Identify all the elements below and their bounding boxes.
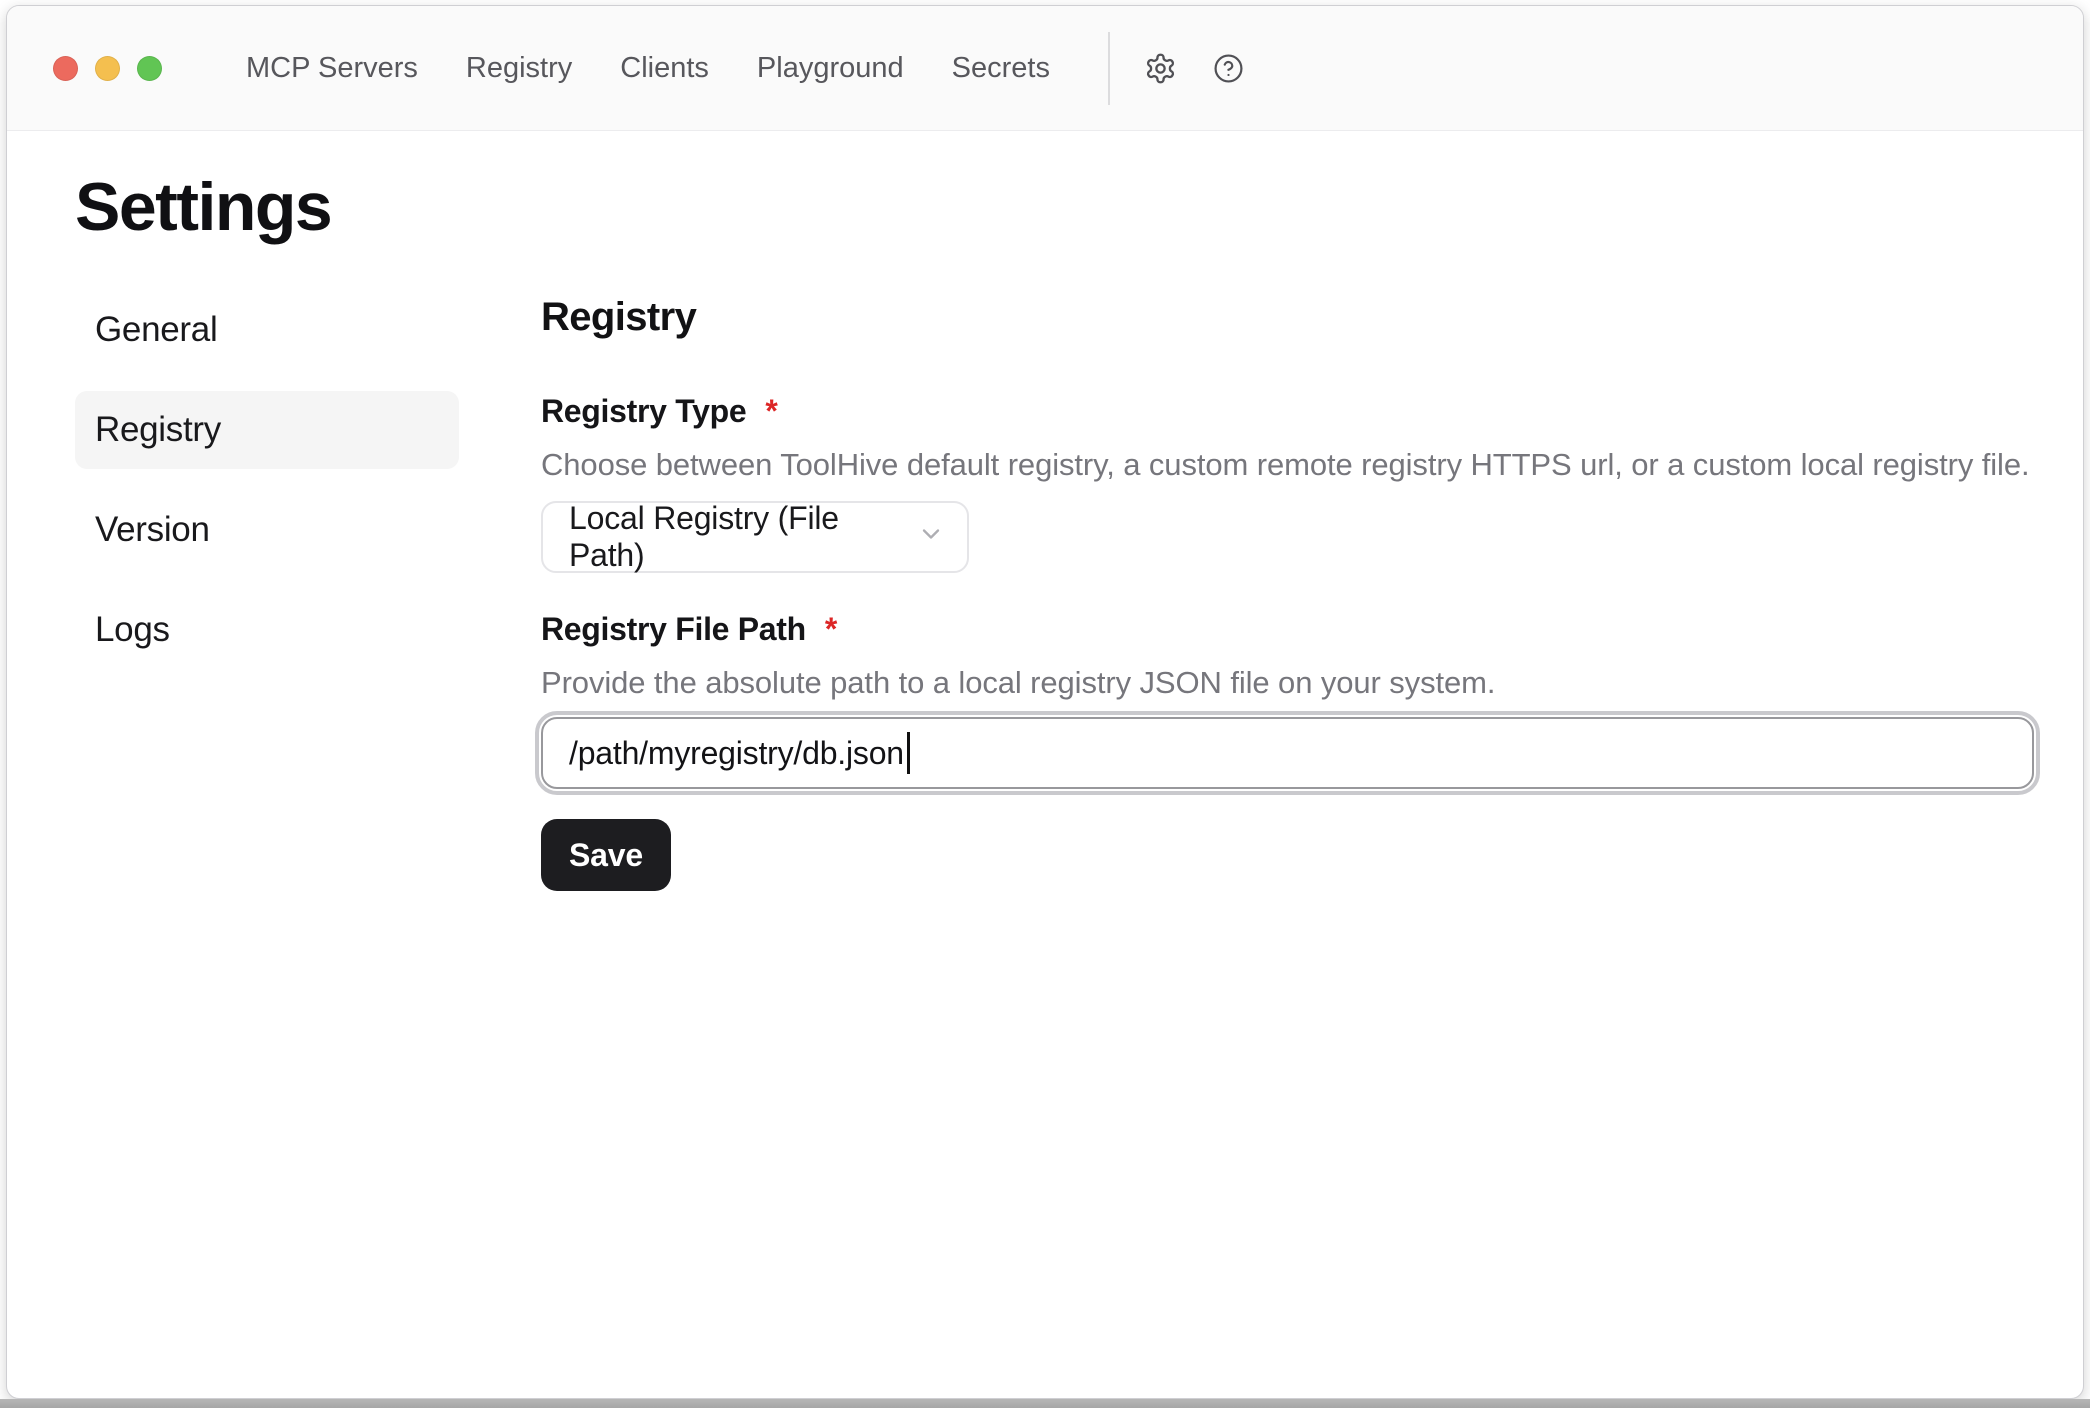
sidebar-item-registry[interactable]: Registry: [75, 391, 459, 469]
desktop-edge: [0, 1399, 2090, 1408]
section-heading: Registry: [541, 293, 2034, 341]
text-caret: [907, 732, 910, 774]
sidebar-item-logs[interactable]: Logs: [75, 591, 459, 669]
nav-item-registry[interactable]: Registry: [466, 6, 572, 130]
chevron-down-icon: [917, 519, 945, 556]
registry-type-description: Choose between ToolHive default registry…: [541, 445, 2034, 485]
titlebar-divider: [1108, 32, 1110, 105]
registry-type-label: Registry Type *: [541, 391, 2034, 431]
field-label-text: Registry File Path: [541, 611, 806, 647]
registry-type-field: Registry Type * Choose between ToolHive d…: [541, 391, 2034, 573]
required-asterisk: *: [765, 393, 777, 429]
input-value: /path/myregistry/db.json: [569, 735, 904, 772]
nav-item-clients[interactable]: Clients: [620, 6, 709, 130]
sidebar-item-version[interactable]: Version: [75, 491, 459, 569]
registry-file-path-input[interactable]: /path/myregistry/db.json: [541, 717, 2034, 789]
registry-file-path-description: Provide the absolute path to a local reg…: [541, 663, 2034, 703]
title-bar: MCP Servers Registry Clients Playground …: [7, 6, 2083, 131]
registry-file-path-field: Registry File Path * Provide the absolute…: [541, 609, 2034, 789]
minimize-button[interactable]: [95, 56, 120, 81]
nav-item-secrets[interactable]: Secrets: [952, 6, 1050, 130]
gear-icon[interactable]: [1144, 52, 1177, 85]
registry-type-select[interactable]: Local Registry (File Path): [541, 501, 969, 573]
traffic-lights: [53, 56, 162, 81]
registry-file-path-label: Registry File Path *: [541, 609, 2034, 649]
sidebar-item-general[interactable]: General: [75, 291, 459, 369]
help-icon[interactable]: [1213, 53, 1244, 84]
field-label-text: Registry Type: [541, 393, 746, 429]
registry-settings-panel: Registry Registry Type * Choose between T…: [541, 291, 2034, 891]
top-nav: MCP Servers Registry Clients Playground …: [246, 6, 1050, 130]
close-button[interactable]: [53, 56, 78, 81]
required-asterisk: *: [825, 611, 837, 647]
nav-item-playground[interactable]: Playground: [757, 6, 904, 130]
select-value: Local Registry (File Path): [569, 500, 917, 574]
nav-item-mcp-servers[interactable]: MCP Servers: [246, 6, 418, 130]
page-title: Settings: [75, 163, 2019, 251]
app-window: MCP Servers Registry Clients Playground …: [6, 5, 2084, 1399]
save-button[interactable]: Save: [541, 819, 671, 891]
settings-sidebar: General Registry Version Logs: [75, 291, 459, 891]
zoom-button[interactable]: [137, 56, 162, 81]
